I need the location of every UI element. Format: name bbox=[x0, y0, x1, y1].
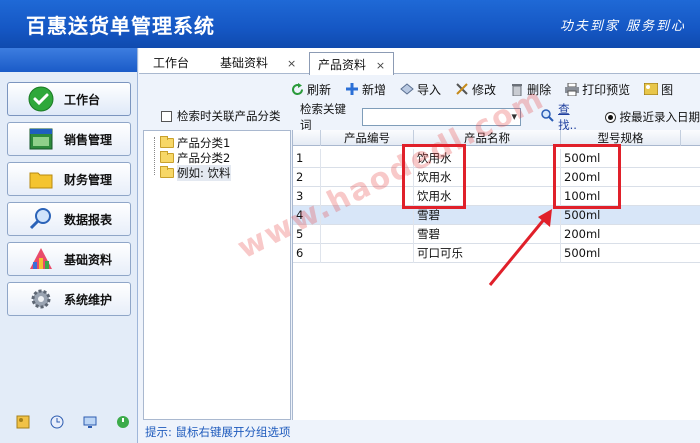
edit-button[interactable]: 修改 bbox=[455, 81, 496, 98]
key-icon[interactable] bbox=[16, 415, 32, 431]
tab-label: 基础资料 bbox=[220, 56, 269, 70]
toolbar: 刷新 新增 导入 修改 删除 打印预览 图 bbox=[290, 76, 700, 102]
find-button-label: 查找.. bbox=[558, 102, 577, 132]
left-nav: 工作台 销售管理 财务管理 数据报表 基础资料 系统维护 bbox=[0, 48, 138, 443]
sales-window-icon bbox=[28, 126, 54, 152]
tab-workbench[interactable]: 工作台 bbox=[153, 54, 189, 74]
folder-icon bbox=[28, 166, 54, 192]
nav-label: 数据报表 bbox=[64, 212, 113, 227]
product-spec-cell[interactable]: 200ml bbox=[561, 225, 700, 244]
product-spec-cell[interactable]: 500ml bbox=[561, 244, 700, 263]
nav-bottom-icons bbox=[0, 415, 138, 435]
toolbar-label: 新增 bbox=[362, 82, 387, 97]
folder-icon bbox=[160, 150, 174, 163]
column-header-code[interactable]: 产品编号 bbox=[321, 130, 414, 146]
product-code-cell[interactable] bbox=[321, 244, 414, 263]
check-circle-icon bbox=[28, 86, 54, 112]
tab-basic-data[interactable]: 基础资料 bbox=[220, 54, 268, 74]
row-number: 1 bbox=[293, 149, 321, 168]
nav-label: 系统维护 bbox=[64, 292, 113, 307]
toolbar-label: 打印预览 bbox=[582, 82, 631, 97]
monitor-icon[interactable] bbox=[83, 415, 99, 431]
product-code-cell[interactable] bbox=[321, 225, 414, 244]
image-icon bbox=[644, 82, 659, 96]
add-button[interactable]: 新增 bbox=[345, 81, 386, 98]
nav-label: 工作台 bbox=[64, 92, 101, 107]
image-button[interactable]: 图 bbox=[644, 81, 673, 98]
nav-label: 销售管理 bbox=[64, 132, 113, 147]
nav-label: 基础资料 bbox=[64, 252, 113, 267]
nav-finance-button[interactable]: 财务管理 bbox=[7, 162, 131, 196]
annotation-box-specs bbox=[553, 144, 621, 209]
import-button[interactable]: 导入 bbox=[400, 81, 441, 98]
category-tree: 产品分类1 产品分类2 例如: 饮料 bbox=[143, 130, 291, 420]
nav-basic-data-button[interactable]: 基础资料 bbox=[7, 242, 131, 276]
add-icon bbox=[345, 82, 359, 96]
edit-icon bbox=[455, 82, 469, 96]
folder-icon bbox=[160, 165, 174, 178]
left-nav-top-bar bbox=[0, 48, 137, 72]
tree-connector bbox=[154, 137, 155, 175]
category-filter-checkbox[interactable] bbox=[161, 110, 172, 122]
clock-icon[interactable] bbox=[50, 415, 66, 431]
row-number: 6 bbox=[293, 244, 321, 263]
annotation-arrow-icon bbox=[488, 209, 552, 286]
exit-icon[interactable] bbox=[116, 415, 132, 431]
app-title: 百惠送货单管理系统 bbox=[26, 14, 215, 38]
tree-item-label: 产品分类2 bbox=[177, 150, 231, 165]
tree-item-category-2[interactable]: 产品分类2 bbox=[160, 150, 230, 165]
nav-system-button[interactable]: 系统维护 bbox=[7, 282, 131, 316]
toolbar-label: 导入 bbox=[417, 82, 442, 97]
search-keyword-label: 检索关键词 bbox=[300, 102, 346, 132]
sort-by-date-radio[interactable] bbox=[604, 111, 616, 123]
magnifier-icon bbox=[28, 206, 54, 232]
folder-icon bbox=[160, 135, 174, 148]
gear-icon bbox=[28, 286, 54, 312]
tab-label: 产品资料 bbox=[318, 58, 367, 72]
tree-hint-text: 提示: 鼠标右键展开分组选项 bbox=[145, 425, 291, 439]
toolbar-label: 修改 bbox=[472, 82, 497, 97]
close-icon[interactable]: × bbox=[376, 59, 385, 72]
nav-label: 财务管理 bbox=[64, 172, 113, 187]
tree-item-label: 例如: 饮料 bbox=[177, 164, 231, 181]
row-number: 2 bbox=[293, 168, 321, 187]
print-preview-button[interactable]: 打印预览 bbox=[565, 81, 630, 98]
annotation-box-names bbox=[402, 144, 466, 209]
nav-reports-button[interactable]: 数据报表 bbox=[7, 202, 131, 236]
chart-box-icon bbox=[28, 246, 54, 272]
tab-bar: 工作台 基础资料 × 产品资料 × bbox=[139, 48, 700, 76]
toolbar-label: 刷新 bbox=[307, 82, 332, 97]
category-filter-label: 检索时关联产品分类 bbox=[177, 109, 281, 123]
table-row[interactable]: 1 饮用水 500ml bbox=[293, 149, 700, 168]
tab-product-data[interactable]: 产品资料 × bbox=[309, 52, 395, 75]
tree-item-category-1[interactable]: 产品分类1 bbox=[160, 135, 230, 150]
app-header: 百惠送货单管理系统 功夫到家 服务到心 bbox=[0, 0, 700, 48]
nav-workbench-button[interactable]: 工作台 bbox=[7, 82, 131, 116]
close-icon[interactable]: × bbox=[287, 57, 296, 70]
nav-sales-button[interactable]: 销售管理 bbox=[7, 122, 131, 156]
tab-label: 工作台 bbox=[153, 56, 190, 70]
refresh-button[interactable]: 刷新 bbox=[290, 81, 331, 98]
toolbar-label: 图 bbox=[661, 82, 674, 97]
find-button[interactable]: 查找.. bbox=[541, 101, 587, 133]
row-number-header bbox=[293, 130, 321, 146]
category-filter-checkbox-row[interactable]: 检索时关联产品分类 bbox=[161, 108, 281, 124]
tree-item-label: 产品分类1 bbox=[177, 135, 231, 150]
tab-basic-data-close[interactable]: × bbox=[287, 56, 296, 76]
refresh-icon bbox=[290, 82, 304, 96]
header-slogan: 功夫到家 服务到心 bbox=[559, 19, 686, 34]
print-icon bbox=[565, 82, 580, 96]
import-icon bbox=[400, 82, 414, 96]
sort-by-date-label: 按最近录入日期 bbox=[619, 110, 700, 124]
tree-item-example-drinks[interactable]: 例如: 饮料 bbox=[160, 164, 231, 181]
